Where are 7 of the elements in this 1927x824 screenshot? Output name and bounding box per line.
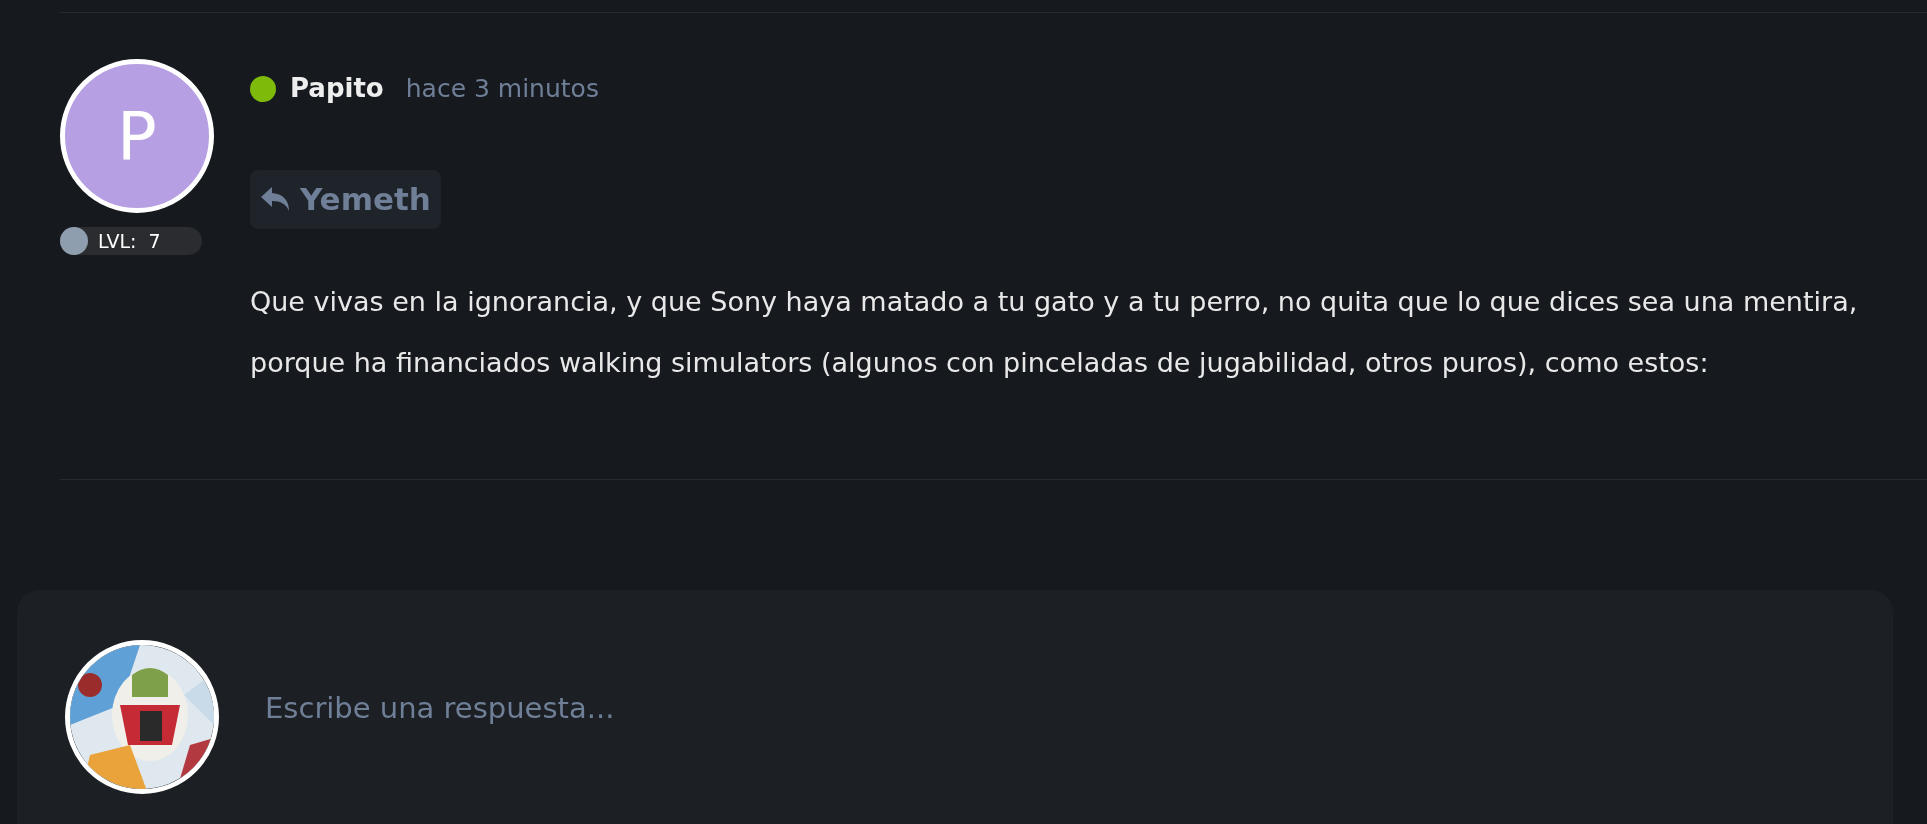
level-badge: LVL: 7 (60, 227, 202, 255)
reply-to-link[interactable]: Yemeth (250, 170, 441, 229)
post-text: Que vivas en la ignorancia, y que Sony haya matado a tu gato y a tu perro, no quita que lo que dices sea una mentira, porque ha financiados walking simulators (algunos con pinceladas de jugabilidad, otros puros), como estos: (250, 284, 1859, 380)
post-time[interactable]: hace 3 minutos (405, 69, 599, 108)
user-avatar[interactable]: P (60, 59, 214, 213)
reply-input[interactable]: Escribe una respuesta... (263, 685, 1163, 731)
author-name[interactable]: Papito (290, 69, 384, 108)
